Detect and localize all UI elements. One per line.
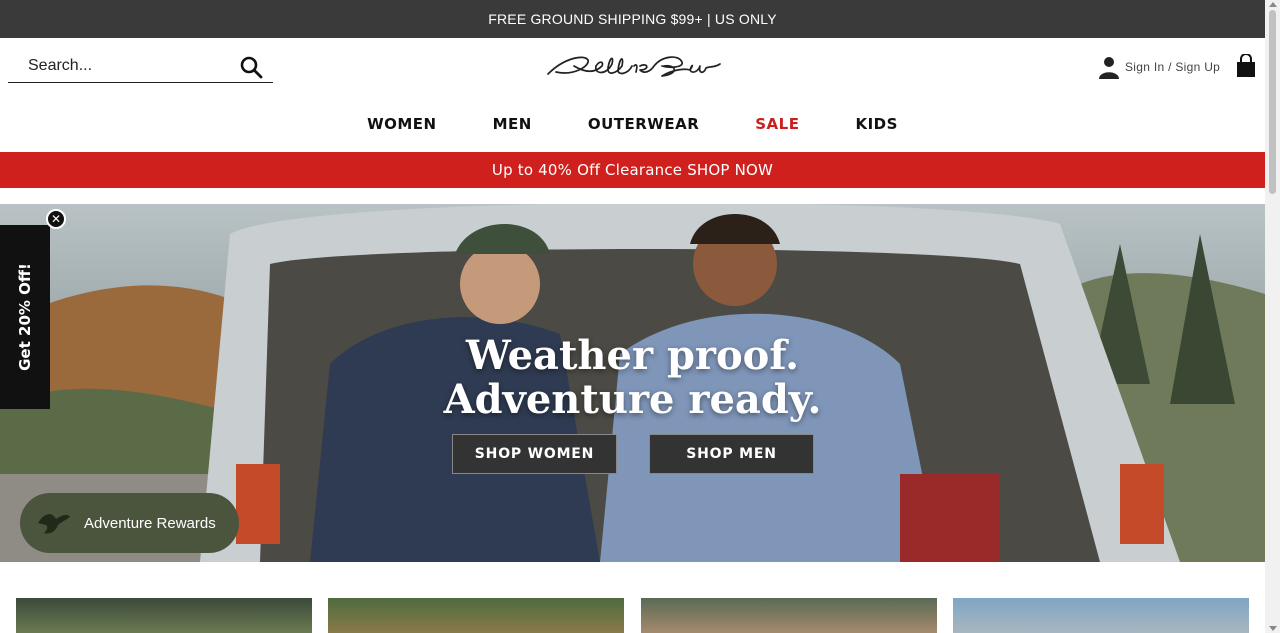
nav-item-outerwear[interactable]: OUTERWEAR (560, 111, 727, 137)
search-bar (8, 52, 273, 83)
search-input[interactable] (8, 52, 228, 80)
nav-item-women[interactable]: WOMEN (339, 111, 465, 137)
site-header: Sign In / Sign Up WOMEN MEN OUTERWEAR SA… (0, 38, 1265, 152)
page-scrollbar[interactable] (1265, 0, 1280, 633)
category-tile-image[interactable] (328, 598, 624, 633)
eddie-bauer-logo[interactable] (544, 52, 722, 82)
scrollbar-thumb[interactable] (1269, 10, 1276, 194)
scroll-down-arrow-icon[interactable] (1269, 626, 1277, 631)
close-icon[interactable]: ✕ (46, 209, 66, 229)
discount-tab-label[interactable]: Get 20% Off! (16, 263, 34, 371)
category-tile-image[interactable] (16, 598, 312, 633)
hero-headline-line2: Adventure ready. (443, 376, 822, 423)
adventure-rewards-button[interactable]: Adventure Rewards (20, 493, 239, 553)
main-nav: WOMEN MEN OUTERWEAR SALE KIDS (0, 111, 1265, 137)
rewards-label[interactable]: Adventure Rewards (84, 515, 216, 532)
shipping-banner-text: FREE GROUND SHIPPING $99+ | US ONLY (488, 11, 777, 27)
shop-women-button[interactable]: SHOP WOMEN (452, 434, 617, 474)
bird-icon (38, 514, 70, 534)
search-icon[interactable] (239, 55, 263, 79)
discount-side-tab[interactable]: Get 20% Off! (0, 225, 50, 409)
sign-in-label[interactable]: Sign In / Sign Up (1125, 60, 1220, 74)
category-tile-image[interactable] (953, 598, 1249, 633)
user-icon (1099, 57, 1119, 79)
category-tiles (16, 598, 1249, 633)
shipping-banner: FREE GROUND SHIPPING $99+ | US ONLY (0, 0, 1265, 38)
nav-item-sale[interactable]: SALE (727, 111, 827, 137)
shopping-bag-icon[interactable] (1235, 54, 1257, 78)
promo-text[interactable]: Up to 40% Off Clearance SHOP NOW (492, 161, 773, 179)
nav-item-kids[interactable]: KIDS (827, 111, 925, 137)
nav-item-men[interactable]: MEN (465, 111, 560, 137)
hero-headline-line1: Weather proof. (465, 332, 800, 379)
shop-men-button[interactable]: SHOP MEN (649, 434, 814, 474)
category-tile-image[interactable] (641, 598, 937, 633)
scroll-up-arrow-icon[interactable] (1269, 2, 1277, 7)
account-link[interactable]: Sign In / Sign Up (1097, 55, 1220, 79)
clearance-promo-banner[interactable]: Up to 40% Off Clearance SHOP NOW (0, 152, 1265, 188)
